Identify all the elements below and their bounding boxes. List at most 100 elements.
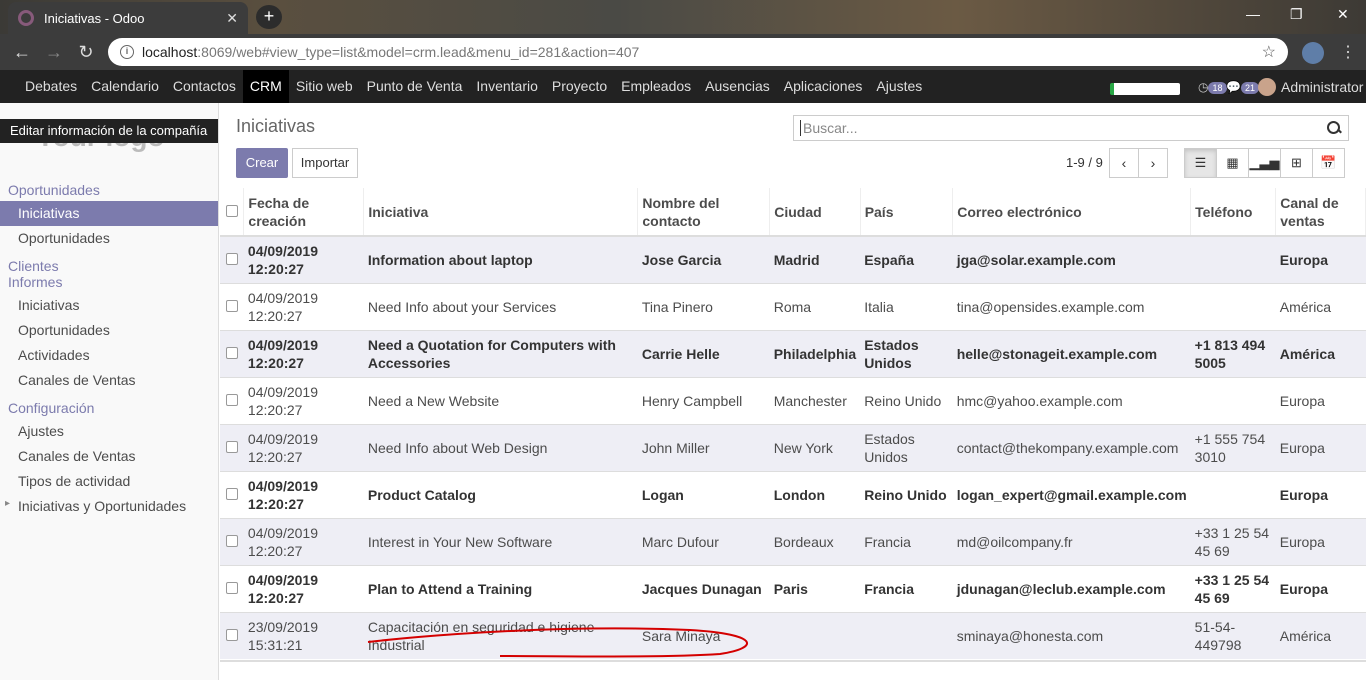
table-row[interactable]: 04/09/2019 12:20:27 Need a New Website Hen… [220,376,1366,424]
row-checkbox[interactable] [226,440,238,453]
calendar-view-icon[interactable]: 📅 [1312,148,1345,178]
table-row[interactable]: 04/09/2019 12:20:27 Need Info about Web D… [220,423,1366,471]
graph-view-icon[interactable]: ▁▃▅ [1248,148,1281,178]
menu-ajustes[interactable]: Ajustes [869,70,929,103]
list-view-icon[interactable]: ☰ [1184,148,1217,178]
row-checkbox-cell[interactable] [220,564,244,612]
menu-empleados[interactable]: Empleados [614,70,698,103]
menu-aplicaciones[interactable]: Aplicaciones [777,70,870,103]
row-checkbox[interactable] [226,252,238,265]
tab-close-icon[interactable]: ✕ [226,10,238,27]
sidebar-section-configuracion[interactable]: Configuración [0,397,218,419]
edit-company-tooltip[interactable]: Editar información de la compañía [0,119,218,143]
menu-contactos[interactable]: Contactos [166,70,243,103]
col-email[interactable]: Correo electrónico [952,188,1192,237]
sidebar-item-informes-oportunidades[interactable]: Oportunidades [0,318,218,343]
reload-icon[interactable]: ↻ [70,42,102,63]
url-field[interactable]: i localhost:8069/web#view_type=list&mode… [108,38,1288,66]
messaging-menu[interactable]: 💬 21 [1226,80,1259,94]
user-menu[interactable]: Administrator [1258,78,1363,96]
sidebar-item-canales-de-ventas[interactable]: Canales de Ventas [0,368,218,393]
sidebar-item-actividades[interactable]: Actividades [0,343,218,368]
table-row[interactable]: 04/09/2019 12:20:27 Product Catalog Logan L… [220,470,1366,518]
forward-icon[interactable]: → [38,42,70,63]
col-iniciativa[interactable]: Iniciativa [363,188,639,237]
browser-menu-icon[interactable]: ⋮ [1340,42,1356,62]
menu-proyecto[interactable]: Proyecto [545,70,614,103]
activity-menu[interactable]: ◷ 18 [1198,80,1227,94]
cell-iniciativa: Product Catalog [363,470,638,518]
row-checkbox-cell[interactable] [220,282,244,330]
table-row[interactable]: 23/09/2019 15:31:21 Capacitación en segur… [220,611,1366,659]
sidebar-item-iniciativas-y-oportunidades[interactable]: Iniciativas y Oportunidades [0,494,218,519]
row-checkbox[interactable] [226,628,238,641]
pager-previous-icon[interactable]: ‹ [1109,148,1139,178]
menu-calendario[interactable]: Calendario [84,70,166,103]
col-contacto[interactable]: Nombre del contacto [637,188,771,237]
menu-ausencias[interactable]: Ausencias [698,70,777,103]
row-checkbox-cell[interactable] [220,376,244,424]
sidebar-item-tipos-actividad[interactable]: Tipos de actividad [0,469,218,494]
cell-canal: Europa [1275,517,1366,565]
row-checkbox-cell[interactable] [220,611,244,659]
cell-iniciativa: Need a New Website [363,376,638,424]
sidebar-item-informes-iniciativas[interactable]: Iniciativas [0,293,218,318]
table-row[interactable]: 04/09/2019 12:20:27 Information about lap… [220,235,1366,283]
browser-tab[interactable]: Iniciativas - Odoo ✕ [8,2,248,34]
row-checkbox-cell[interactable] [220,470,244,518]
select-all-checkbox-cell[interactable] [220,188,245,237]
col-pais[interactable]: País [860,188,954,237]
sidebar-item-oportunidades[interactable]: Oportunidades [0,226,218,251]
menu-debates[interactable]: Debates [0,70,84,103]
table-row[interactable]: 04/09/2019 12:20:27 Interest in Your New … [220,517,1366,565]
onboarding-progress-bar[interactable] [1110,83,1180,95]
url-host: localhost [142,44,198,60]
row-checkbox-cell[interactable] [220,329,244,377]
row-checkbox-cell[interactable] [220,235,244,283]
window-close-icon[interactable]: ✕ [1337,6,1349,23]
menu-punto-de-venta[interactable]: Punto de Venta [360,70,470,103]
new-tab-button[interactable]: + [256,5,282,29]
row-checkbox[interactable] [226,581,238,594]
select-all-checkbox[interactable] [226,204,238,217]
pager-next-icon[interactable]: › [1138,148,1168,178]
row-checkbox-cell[interactable] [220,517,244,565]
sidebar-section-clientes[interactable]: Clientes [0,255,218,274]
cell-ciudad: Roma [769,282,861,330]
sidebar-item-ajustes[interactable]: Ajustes [0,419,218,444]
create-button[interactable]: Crear [236,148,288,178]
menu-sitio-web[interactable]: Sitio web [289,70,360,103]
col-canal[interactable]: Canal de ventas [1275,188,1366,237]
search-icon[interactable] [1326,120,1342,136]
table-row[interactable]: 04/09/2019 12:20:27 Need a Quotation for … [220,329,1366,377]
cell-pais: Estados Unidos [860,423,953,471]
row-checkbox-cell[interactable] [220,423,244,471]
row-checkbox[interactable] [226,393,238,406]
sidebar-item-config-canales[interactable]: Canales de Ventas [0,444,218,469]
restore-icon[interactable]: ❐ [1290,6,1303,23]
minimize-icon[interactable]: — [1246,6,1260,22]
col-fecha[interactable]: Fecha de creación [243,188,365,237]
row-checkbox[interactable] [226,534,238,547]
row-checkbox[interactable] [226,299,238,312]
col-ciudad[interactable]: Ciudad [769,188,861,237]
table-row[interactable]: 04/09/2019 12:20:27 Plan to Attend a Trai… [220,564,1366,612]
sidebar-section-oportunidades[interactable]: Oportunidades [0,179,218,201]
search-input[interactable]: Buscar... [793,115,1349,141]
row-checkbox[interactable] [226,487,238,500]
import-button[interactable]: Importar [292,148,358,178]
menu-inventario[interactable]: Inventario [469,70,544,103]
sidebar-item-iniciativas[interactable]: Iniciativas [0,201,218,226]
row-checkbox[interactable] [226,346,238,359]
table-row[interactable]: 04/09/2019 12:20:27 Need Info about your … [220,282,1366,330]
pager-value[interactable]: 1-9 / 9 [1066,155,1103,170]
back-icon[interactable]: ← [6,42,38,63]
sidebar-section-informes[interactable]: Informes [0,274,218,293]
col-telefono[interactable]: Teléfono [1190,188,1277,237]
profile-avatar[interactable] [1302,42,1324,64]
site-info-icon[interactable]: i [120,45,134,59]
pivot-view-icon[interactable]: ⊞ [1280,148,1313,178]
kanban-view-icon[interactable]: ▦ [1216,148,1249,178]
bookmark-star-icon[interactable]: ☆ [1262,42,1276,62]
menu-crm[interactable]: CRM [242,70,289,103]
